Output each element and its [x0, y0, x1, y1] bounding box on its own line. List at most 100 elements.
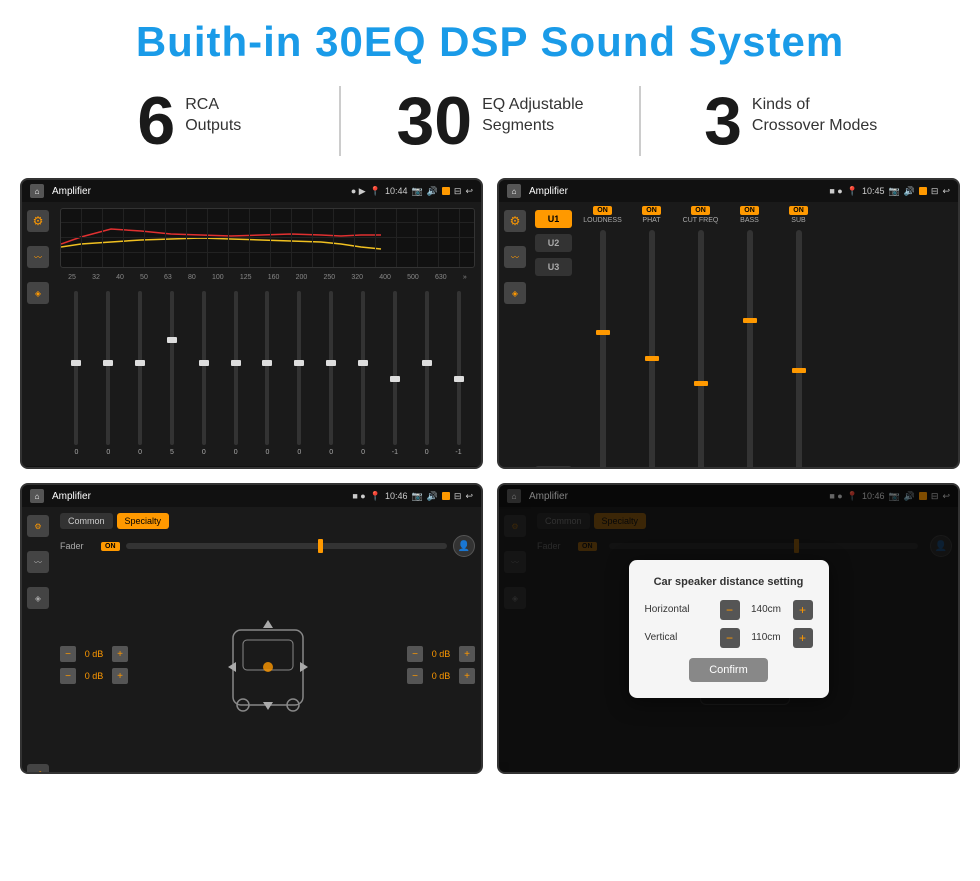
right-db-plus-1[interactable]: +	[459, 646, 475, 662]
dialog-vertical-plus[interactable]: +	[793, 628, 813, 648]
amp-left-panel: U1 U2 U3 RESET	[531, 202, 576, 469]
car-svg	[223, 610, 313, 720]
dialog-title: Car speaker distance setting	[645, 576, 813, 588]
right-db-minus-2[interactable]: −	[407, 668, 423, 684]
eq-slider-11[interactable]: -1	[380, 291, 409, 456]
eq-screen: ⚙ 〰 ◈ 253240 506380 1001	[22, 202, 481, 469]
amp-u3-btn[interactable]: U3	[535, 258, 572, 276]
fader-sidebar-icon-3[interactable]: ◈	[27, 587, 49, 609]
eq-slider-4[interactable]: 5	[158, 291, 187, 456]
amp-sidebar-icon-1[interactable]: ⚙	[504, 210, 526, 232]
fader-sidebar-icon-1[interactable]: ⚙	[27, 515, 49, 537]
fader-rearright-btn[interactable]: RearRight	[363, 773, 415, 774]
amp-cutfreq-on[interactable]: ON	[691, 206, 710, 215]
amp-phat-slider[interactable]	[649, 230, 655, 469]
eq-sidebar-icon-1[interactable]: ⚙	[27, 210, 49, 232]
status-dot-2: ■ ●	[829, 186, 842, 196]
car-diagram-area: − 0 dB + − 0 dB +	[60, 563, 475, 767]
eq-sidebar-icon-2[interactable]: 〰	[27, 246, 49, 268]
status-dot-1: ● ▶	[351, 186, 366, 197]
status-dot-3: ■ ●	[352, 491, 365, 501]
dialog-vertical-minus[interactable]: −	[720, 628, 740, 648]
screen-crossover: ⌂ Amplifier ■ ● 📍 10:45 📷 🔊 ⊟ ↩ ⚙ 〰 ◈	[497, 178, 960, 469]
eq-sidebar-icon-3[interactable]: ◈	[27, 282, 49, 304]
amp-bass-slider[interactable]	[747, 230, 753, 469]
eq-slider-5[interactable]: 0	[189, 291, 218, 456]
status-icons-1: 📍 10:44 📷 🔊 ⊟ ↩	[370, 186, 473, 197]
eq-slider-3[interactable]: 0	[126, 291, 155, 456]
left-db-minus-1[interactable]: −	[60, 646, 76, 662]
amp-cutfreq-label: CUT FREQ	[683, 217, 719, 224]
dialog-horizontal-label: Horizontal	[645, 604, 705, 615]
stat-divider-1	[339, 86, 341, 156]
eq-slider-13[interactable]: -1	[444, 291, 473, 456]
amp-cutfreq-slider[interactable]	[698, 230, 704, 469]
fader-sidebar-icon-4[interactable]: ⤢	[27, 764, 49, 774]
amp-phat-on[interactable]: ON	[642, 206, 661, 215]
home-icon-1[interactable]: ⌂	[30, 184, 44, 198]
eq-freq-labels: 253240 506380 100125160 200250320 400500…	[60, 272, 475, 283]
stat-rca: 6 RCAOutputs	[60, 87, 319, 155]
eq-bottom-bar: ◄ Custom ► RESET U1 U2 U3	[22, 466, 481, 469]
amp-sidebar-icon-3[interactable]: ◈	[504, 282, 526, 304]
screen-icon-3	[442, 492, 450, 500]
eq-slider-12[interactable]: 0	[412, 291, 441, 456]
fader-tab-specialty[interactable]: Specialty	[117, 513, 170, 529]
fader-user-btn[interactable]: User	[311, 773, 344, 774]
dialog-horizontal-plus[interactable]: +	[793, 600, 813, 620]
right-db-control-2: − 0 dB +	[407, 668, 475, 684]
amp-sidebar-icon-2[interactable]: 〰	[504, 246, 526, 268]
home-icon-2[interactable]: ⌂	[507, 184, 521, 198]
amp-u1-btn[interactable]: U1	[535, 210, 572, 228]
fader-on-badge[interactable]: ON	[101, 542, 120, 551]
amp-loudness-on[interactable]: ON	[593, 206, 612, 215]
left-db-plus-2[interactable]: +	[112, 668, 128, 684]
screens-grid: ⌂ Amplifier ● ▶ 📍 10:44 📷 🔊 ⊟ ↩ ⚙ 〰 ◈	[0, 170, 980, 790]
fader-slider[interactable]	[126, 543, 448, 549]
eq-slider-10[interactable]: 0	[349, 291, 378, 456]
left-db-control-1: − 0 dB +	[60, 646, 128, 662]
fader-rearleft-btn[interactable]: RearLeft	[159, 773, 206, 774]
stat-number-rca: 6	[137, 87, 175, 155]
eq-slider-6[interactable]: 0	[221, 291, 250, 456]
amp-bass-group: ON BASS	[727, 206, 772, 469]
fader-row: Fader ON 👤	[60, 535, 475, 557]
eq-slider-9[interactable]: 0	[317, 291, 346, 456]
location-icon-3: 📍	[370, 491, 381, 502]
dialog-horizontal-minus[interactable]: −	[720, 600, 740, 620]
eq-main: ⚙ 〰 ◈ 253240 506380 1001	[22, 202, 481, 466]
amp-sub-on[interactable]: ON	[789, 206, 808, 215]
right-db-minus-1[interactable]: −	[407, 646, 423, 662]
home-icon-3[interactable]: ⌂	[30, 489, 44, 503]
amp-sub-label: SUB	[791, 217, 805, 224]
eq-slider-1[interactable]: 0	[62, 291, 91, 456]
right-db-value-1: 0 dB	[427, 649, 455, 659]
fader-tab-common[interactable]: Common	[60, 513, 113, 529]
eq-slider-2[interactable]: 0	[94, 291, 123, 456]
right-db-plus-2[interactable]: +	[459, 668, 475, 684]
app-name-3: Amplifier	[52, 491, 91, 502]
amp-bass-on[interactable]: ON	[740, 206, 759, 215]
eq-slider-8[interactable]: 0	[285, 291, 314, 456]
amp-sub-slider[interactable]	[796, 230, 802, 469]
person-icon: 👤	[453, 535, 475, 557]
amp-u2-btn[interactable]: U2	[535, 234, 572, 252]
app-name-1: Amplifier	[52, 186, 91, 197]
eq-slider-7[interactable]: 0	[253, 291, 282, 456]
dialog-vertical-row: Vertical − 110cm +	[645, 628, 813, 648]
fader-copilot-btn[interactable]: Copilot	[434, 773, 475, 774]
fader-arrow-left-btn[interactable]: ◄	[116, 773, 140, 774]
left-db-value-2: 0 dB	[80, 671, 108, 681]
right-db-value-2: 0 dB	[427, 671, 455, 681]
left-db-minus-2[interactable]: −	[60, 668, 76, 684]
fader-sidebar-icon-2[interactable]: 〰	[27, 551, 49, 573]
time-1: 10:44	[385, 186, 408, 196]
fader-all-btn[interactable]: All	[225, 773, 250, 774]
dialog-confirm-button[interactable]: Confirm	[689, 658, 768, 682]
amp-reset-btn[interactable]: RESET	[535, 466, 572, 469]
fader-driver-btn[interactable]: Driver	[60, 773, 97, 774]
amp-bass-label: BASS	[740, 217, 759, 224]
fader-arrow-down-btn[interactable]: ▼	[268, 773, 292, 774]
amp-loudness-slider[interactable]	[600, 230, 606, 469]
left-db-plus-1[interactable]: +	[112, 646, 128, 662]
